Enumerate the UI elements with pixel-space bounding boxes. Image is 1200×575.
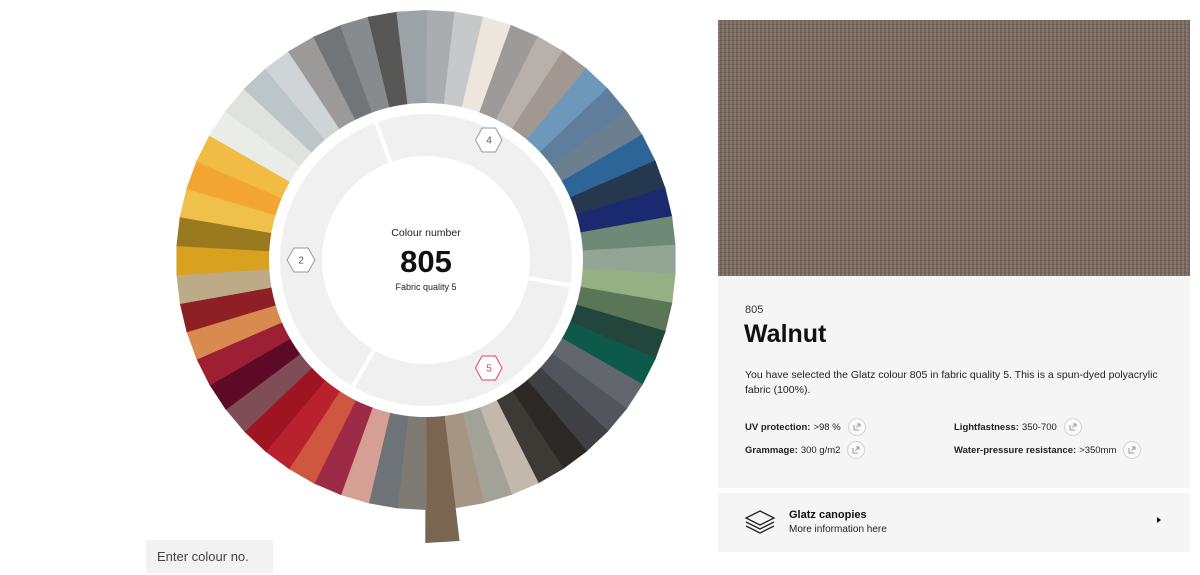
external-link-icon[interactable]: [1063, 418, 1082, 436]
svg-text:5: 5: [486, 364, 492, 375]
svg-text:2: 2: [298, 256, 304, 267]
external-link-icon[interactable]: [1123, 441, 1142, 459]
lightfastness-row: Lightfastness: 350-700: [954, 418, 1082, 436]
lightfastness-value: 350-700: [1021, 421, 1057, 433]
external-link-icon[interactable]: [847, 441, 866, 459]
colour-wheel: 4 2 5 Colour number 805 Fabric quality 5: [176, 10, 676, 543]
colour-name: Walnut: [744, 320, 827, 348]
water-pressure-value: >350mm: [1079, 444, 1117, 456]
grammage-row: Grammage: 300 g/m2: [745, 441, 866, 459]
lightfastness-label: Lightfastness:: [954, 421, 1019, 433]
uv-protection-row: UV protection: >98 %: [745, 418, 866, 436]
water-pressure-row: Water-pressure resistance: >350mm: [954, 441, 1142, 459]
svg-text:4: 4: [486, 136, 492, 147]
fabric-quality-label: Fabric quality 5: [395, 282, 456, 292]
external-link-icon[interactable]: [847, 418, 866, 436]
colour-description: You have selected the Glatz colour 805 i…: [745, 369, 1158, 396]
colour-number-input[interactable]: [146, 540, 273, 573]
colour-number-value: 805: [400, 244, 452, 279]
fabric-swatch-image: [718, 20, 1190, 276]
uv-protection-label: UV protection:: [745, 421, 811, 433]
uv-protection-value: >98 %: [813, 421, 841, 433]
grammage-label: Grammage:: [745, 444, 798, 456]
canopies-subtitle: More information here: [789, 524, 887, 535]
colour-number: 805: [745, 304, 764, 316]
colour-number-caption: Colour number: [391, 227, 461, 239]
canopies-link[interactable]: Glatz canopies More information here: [718, 493, 1190, 552]
water-pressure-label: Water-pressure resistance:: [954, 444, 1077, 456]
colour-detail-panel: 805 Walnut You have selected the Glatz c…: [718, 276, 1190, 488]
grammage-value: 300 g/m2: [800, 444, 841, 456]
fabric-stack-icon: [744, 510, 776, 534]
chevron-right-icon: [1157, 517, 1161, 523]
fabric-texture: [718, 20, 1190, 276]
canopies-title: Glatz canopies: [789, 509, 867, 521]
